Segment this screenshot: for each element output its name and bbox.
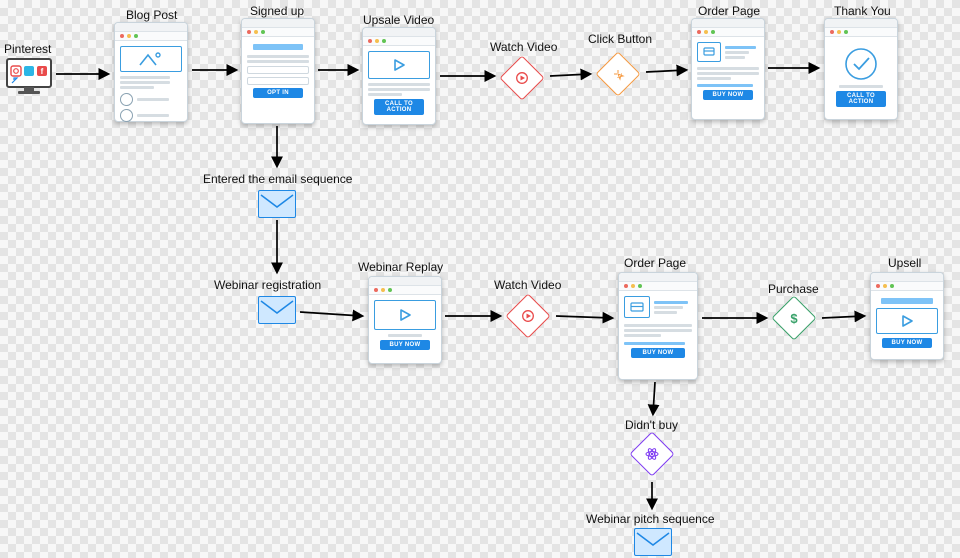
- btn-buy-3: BUY NOW: [631, 348, 685, 358]
- diamond-didnt-buy: [629, 431, 674, 476]
- check-circle-icon: [842, 45, 880, 83]
- card-upsale-video: CALL TO ACTION: [362, 27, 436, 125]
- btn-buy-4: BUY NOW: [882, 338, 932, 348]
- label-watch-1: Watch Video: [490, 40, 557, 54]
- label-email-seq: Entered the email sequence: [203, 172, 352, 186]
- dollar-icon: $: [790, 311, 797, 326]
- atom-icon: [645, 447, 659, 461]
- svg-text:f: f: [41, 67, 44, 76]
- card-order-2: BUY NOW: [618, 272, 698, 380]
- label-blog-post: Blog Post: [126, 8, 177, 22]
- label-watch-2: Watch Video: [494, 278, 561, 292]
- mail-icon-2: [258, 296, 296, 324]
- label-upsell: Upsell: [888, 256, 921, 270]
- diamond-watch-2: [505, 293, 550, 338]
- btn-cta-2: CALL TO ACTION: [836, 91, 886, 107]
- diamond-purchase: $: [771, 295, 816, 340]
- label-upsale: Upsale Video: [363, 13, 434, 27]
- label-thankyou: Thank You: [834, 4, 891, 18]
- btn-buy-2: BUY NOW: [380, 340, 430, 350]
- btn-buy-1: BUY NOW: [703, 90, 753, 100]
- monitor-icon: f: [6, 58, 52, 101]
- label-pitch-seq: Webinar pitch sequence: [586, 512, 715, 526]
- mail-icon-3: [634, 528, 672, 556]
- label-signed-up: Signed up: [250, 4, 304, 18]
- card-thank-you: CALL TO ACTION: [824, 18, 898, 120]
- label-replay: Webinar Replay: [358, 260, 443, 274]
- label-order-2: Order Page: [624, 256, 686, 270]
- mountain-icon: [138, 51, 164, 67]
- play-icon: [901, 315, 913, 327]
- card-order-1: BUY NOW: [691, 18, 765, 120]
- label-purchase: Purchase: [768, 282, 819, 296]
- funnel-diagram: Pinterest Blog Post Signed up Upsale Vid…: [0, 0, 960, 558]
- card-blog-post: [114, 22, 188, 122]
- play-icon: [393, 59, 405, 71]
- label-click-btn: Click Button: [588, 32, 652, 46]
- label-order-1: Order Page: [698, 4, 760, 18]
- diamond-watch-1: [499, 55, 544, 100]
- card-icon: [630, 302, 644, 313]
- label-pinterest: Pinterest: [4, 42, 51, 56]
- label-didnt-buy: Didn't buy: [625, 418, 678, 432]
- card-upsell: BUY NOW: [870, 272, 944, 360]
- card-icon: [703, 47, 715, 57]
- label-web-reg: Webinar registration: [214, 278, 321, 292]
- card-signed-up: OPT IN: [241, 18, 315, 124]
- play-circle-icon: [515, 71, 529, 85]
- click-icon: [611, 67, 625, 81]
- btn-opt-in: OPT IN: [253, 88, 303, 98]
- play-icon: [399, 309, 411, 321]
- diamond-click-button: [595, 51, 640, 96]
- card-replay: BUY NOW: [368, 276, 442, 364]
- btn-cta-1: CALL TO ACTION: [374, 99, 424, 115]
- play-circle-icon: [521, 309, 535, 323]
- mail-icon-1: [258, 190, 296, 218]
